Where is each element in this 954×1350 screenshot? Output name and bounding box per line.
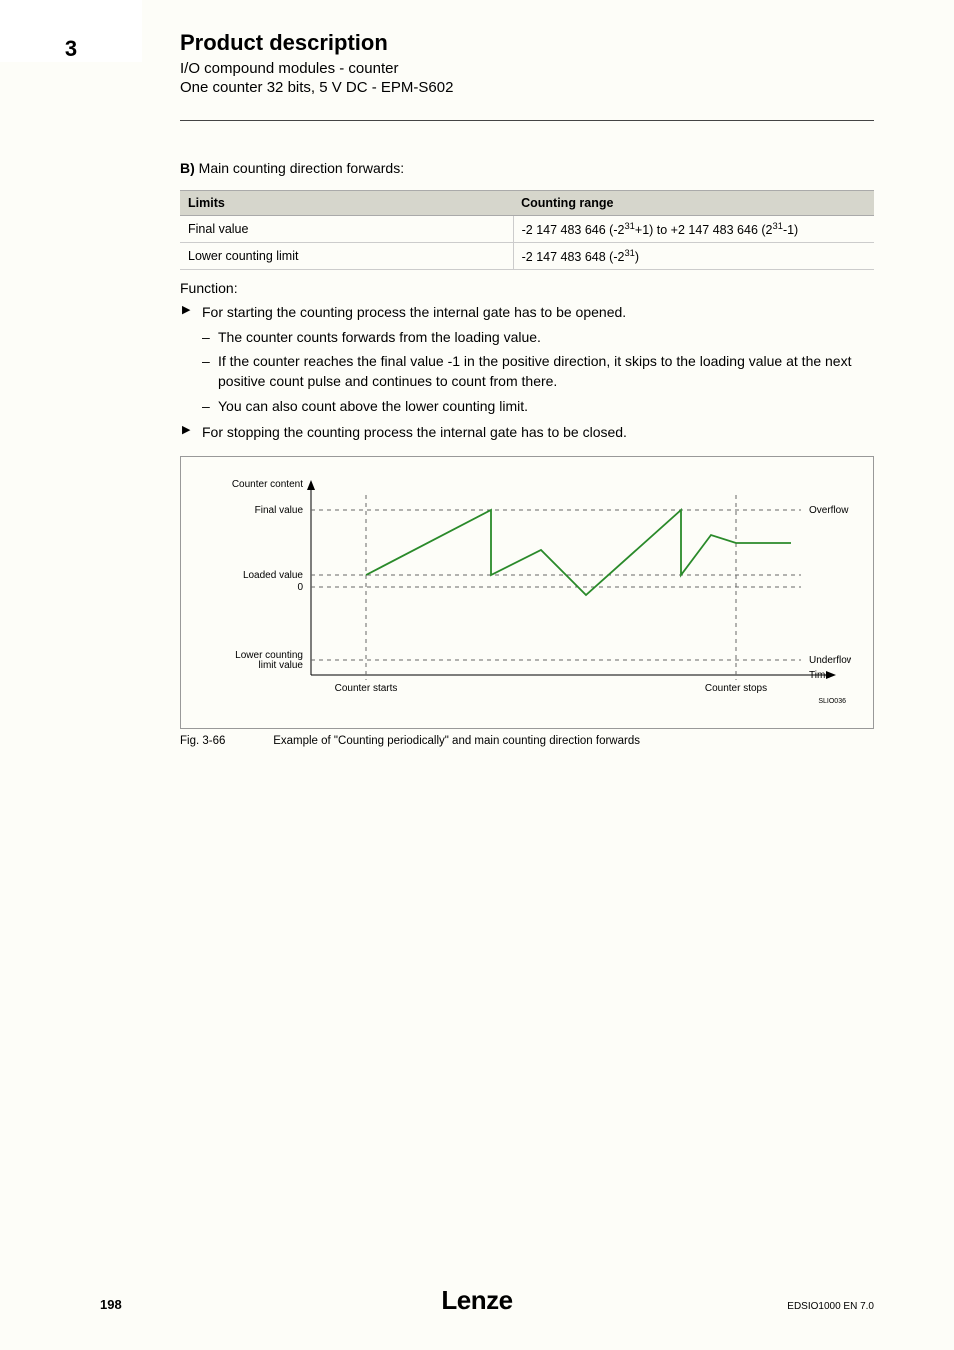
page-header: Product description I/O compound modules… bbox=[180, 30, 453, 96]
figure-code: SLIO036 bbox=[818, 698, 846, 705]
bullet-item-1: For stopping the counting process the in… bbox=[180, 422, 874, 442]
bullet-item-0: For starting the counting process the in… bbox=[180, 302, 874, 415]
content-area: B) Main counting direction forwards: Lim… bbox=[180, 160, 874, 747]
dash-item: The counter counts forwards from the loa… bbox=[202, 327, 874, 347]
figure-caption: Fig. 3-66 Example of "Counting periodica… bbox=[180, 735, 874, 747]
range1-sup1: 31 bbox=[624, 248, 634, 258]
label-counter-stops: Counter stops bbox=[705, 683, 767, 694]
header-divider bbox=[180, 120, 874, 121]
document-page: 3 Product description I/O compound modul… bbox=[0, 0, 954, 1350]
bullet-list: For starting the counting process the in… bbox=[180, 302, 874, 442]
dash-item: You can also count above the lower count… bbox=[202, 396, 874, 416]
dash-list-0: The counter counts forwards from the loa… bbox=[202, 327, 874, 416]
label-loaded-value: Loaded value bbox=[243, 570, 303, 581]
brand-logo: Lenze bbox=[441, 1285, 512, 1316]
document-id: EDSIO1000 EN 7.0 bbox=[787, 1301, 874, 1312]
header-subtitle-2: One counter 32 bits, 5 V DC - EPM-S602 bbox=[180, 79, 453, 96]
label-final-value: Final value bbox=[255, 505, 304, 516]
th-limits: Limits bbox=[180, 191, 513, 216]
figure-number: Fig. 3-66 bbox=[180, 735, 270, 747]
range0-c: -1) bbox=[783, 223, 798, 237]
table-header-row: Limits Counting range bbox=[180, 191, 874, 216]
label-time: Time bbox=[809, 670, 831, 681]
header-title: Product description bbox=[180, 30, 453, 56]
bullet-1-text: For stopping the counting process the in… bbox=[202, 424, 627, 440]
range0-a: -2 147 483 646 (-2 bbox=[522, 223, 625, 237]
section-b-heading: B) Main counting direction forwards: bbox=[180, 160, 874, 176]
bullet-0-text: For starting the counting process the in… bbox=[202, 304, 626, 320]
section-b-prefix: B) bbox=[180, 160, 195, 176]
cell-limit-0: Final value bbox=[180, 216, 513, 243]
function-label: Function: bbox=[180, 280, 874, 296]
range0-sup2: 31 bbox=[773, 221, 783, 231]
chapter-number: 3 bbox=[0, 0, 142, 62]
dash-item: If the counter reaches the final value -… bbox=[202, 351, 874, 392]
figure-container: Counter content Final value Loaded value… bbox=[180, 456, 874, 729]
range1-a: -2 147 483 648 (-2 bbox=[522, 250, 625, 264]
label-zero: 0 bbox=[297, 582, 303, 593]
limits-table: Limits Counting range Final value -2 147… bbox=[180, 190, 874, 270]
label-counter-starts: Counter starts bbox=[335, 683, 398, 694]
label-underflow: Underflow bbox=[809, 655, 851, 666]
cell-limit-1: Lower counting limit bbox=[180, 243, 513, 270]
counter-diagram: Counter content Final value Loaded value… bbox=[191, 465, 851, 705]
range0-sup1: 31 bbox=[624, 221, 634, 231]
section-b-text: Main counting direction forwards: bbox=[199, 160, 404, 176]
cell-range-0: -2 147 483 646 (-231+1) to +2 147 483 64… bbox=[513, 216, 874, 243]
figure-caption-text: Example of "Counting periodically" and m… bbox=[273, 735, 640, 747]
range0-b: +1) to +2 147 483 646 (2 bbox=[635, 223, 773, 237]
th-range: Counting range bbox=[513, 191, 874, 216]
label-counter-content: Counter content bbox=[232, 479, 303, 490]
table-row: Lower counting limit -2 147 483 648 (-23… bbox=[180, 243, 874, 270]
label-lower-limit-2: limit value bbox=[259, 660, 304, 671]
table-row: Final value -2 147 483 646 (-231+1) to +… bbox=[180, 216, 874, 243]
page-number: 198 bbox=[100, 1297, 122, 1312]
label-overflow: Overflow bbox=[809, 505, 849, 516]
header-subtitle-1: I/O compound modules - counter bbox=[180, 60, 453, 77]
cell-range-1: -2 147 483 648 (-231) bbox=[513, 243, 874, 270]
range1-b: ) bbox=[635, 250, 639, 264]
